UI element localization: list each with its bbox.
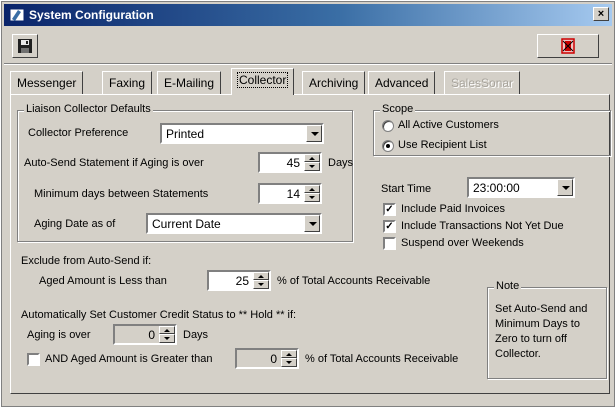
spin-up-icon[interactable] <box>304 154 320 162</box>
aging-over-spinner[interactable]: 0 <box>113 324 177 345</box>
aged-less-value: 25 <box>235 274 249 288</box>
auto-send-days-unit: Days <box>328 157 354 169</box>
close-button[interactable]: × <box>593 7 609 21</box>
spin-up-icon[interactable] <box>159 326 175 334</box>
tab-label: Advanced <box>375 76 429 90</box>
window-title: System Configuration <box>29 8 154 22</box>
spin-up-icon[interactable] <box>304 185 320 193</box>
tab-faxing[interactable]: Faxing <box>102 71 153 94</box>
and-aged-checkbox[interactable] <box>27 353 40 366</box>
and-aged-spinner[interactable]: 0 <box>235 348 299 369</box>
tab-collector[interactable]: Collector <box>231 68 295 95</box>
include-not-due-checkbox[interactable]: ✓ <box>383 220 396 233</box>
spin-down-icon[interactable] <box>304 162 320 171</box>
tab-label: SalesSonar <box>451 76 514 90</box>
app-icon <box>9 8 25 22</box>
collector-defaults-legend: Liaison Collector Defaults <box>24 103 153 115</box>
note-legend: Note <box>494 280 522 292</box>
collector-preference-select[interactable]: Printed <box>160 123 324 144</box>
spin-down-icon[interactable] <box>253 280 269 289</box>
aged-less-label: Aged Amount is Less than <box>39 275 167 287</box>
tab-emailing[interactable]: E-Mailing <box>157 71 222 94</box>
exclude-heading: Exclude from Auto-Send if: <box>21 255 152 267</box>
chevron-down-icon[interactable] <box>306 125 322 142</box>
auto-send-label: Auto-Send Statement if Aging is over <box>24 157 204 169</box>
suspend-weekends-label[interactable]: Suspend over Weekends <box>401 237 524 249</box>
aging-date-select[interactable]: Current Date <box>146 213 322 234</box>
spinner-buttons <box>304 154 320 171</box>
floppy-disk-icon <box>18 39 32 53</box>
toolbar-separator <box>4 63 612 65</box>
min-days-label: Minimum days between Statements <box>34 188 209 200</box>
aged-less-spinner[interactable]: 25 <box>207 270 271 291</box>
collector-preference-label: Collector Preference <box>28 127 129 139</box>
spinner-buttons <box>281 350 297 367</box>
spinner-buttons <box>159 326 175 343</box>
spinner-buttons <box>253 272 269 289</box>
spin-up-icon[interactable] <box>253 272 269 280</box>
auto-send-days-spinner[interactable]: 45 <box>258 152 322 173</box>
scope-all-radio[interactable] <box>382 120 394 132</box>
aging-date-label: Aging Date as of <box>34 218 116 230</box>
scope-group: Scope All Active Customers Use Recipient… <box>373 103 611 156</box>
and-aged-label[interactable]: AND Aged Amount is Greater than <box>45 353 213 365</box>
aging-over-unit: Days <box>183 329 209 341</box>
spin-down-icon[interactable] <box>281 358 297 367</box>
aged-less-suffix: % of Total Accounts Receivable <box>277 275 431 287</box>
scope-all-label[interactable]: All Active Customers <box>398 119 499 131</box>
aging-over-value: 0 <box>148 328 155 342</box>
tab-messenger[interactable]: Messenger <box>10 71 84 94</box>
spin-down-icon[interactable] <box>304 193 320 202</box>
system-configuration-window: System Configuration × Messenger Faxing … <box>1 1 615 407</box>
tab-salessonar: SalesSonar <box>444 71 521 94</box>
start-time-label: Start Time <box>381 183 432 195</box>
tab-label: Messenger <box>17 76 77 90</box>
spin-down-icon[interactable] <box>159 334 175 343</box>
auto-send-days-value: 45 <box>286 156 300 170</box>
exit-button[interactable] <box>537 34 599 58</box>
min-days-value: 14 <box>286 187 300 201</box>
tab-advanced[interactable]: Advanced <box>368 71 436 94</box>
save-button[interactable] <box>12 34 38 58</box>
hold-heading: Automatically Set Customer Credit Status… <box>21 309 297 321</box>
tab-label: Faxing <box>109 76 146 90</box>
chevron-down-icon[interactable] <box>304 215 320 232</box>
include-paid-checkbox[interactable]: ✓ <box>383 203 396 216</box>
chevron-down-icon[interactable] <box>557 179 573 196</box>
note-group: Note Set Auto-Send and Minimum Days to Z… <box>487 280 607 379</box>
spin-up-icon[interactable] <box>281 350 297 358</box>
scope-legend: Scope <box>380 103 416 115</box>
exit-door-icon <box>561 38 575 54</box>
start-time-value: 23:00:00 <box>473 181 520 195</box>
and-aged-suffix: % of Total Accounts Receivable <box>305 353 459 365</box>
tab-label: Archiving <box>309 76 359 90</box>
and-aged-value: 0 <box>270 352 277 366</box>
start-time-select[interactable]: 23:00:00 <box>467 177 575 198</box>
tab-label: E-Mailing <box>164 76 215 90</box>
scope-recipient-label[interactable]: Use Recipient List <box>398 139 487 151</box>
title-bar[interactable]: System Configuration × <box>4 4 612 26</box>
tab-label: Collector <box>236 72 289 88</box>
collector-defaults-group: Liaison Collector Defaults Collector Pre… <box>17 103 354 242</box>
aging-date-value: Current Date <box>152 217 221 231</box>
aging-over-label: Aging is over <box>27 329 91 341</box>
collector-tab-panel: Liaison Collector Defaults Collector Pre… <box>10 94 611 394</box>
scope-recipient-radio[interactable] <box>382 140 394 152</box>
collector-preference-value: Printed <box>166 127 205 141</box>
spinner-buttons <box>304 185 320 202</box>
include-paid-label[interactable]: Include Paid Invoices <box>401 203 505 215</box>
min-days-spinner[interactable]: 14 <box>258 183 322 204</box>
suspend-weekends-checkbox[interactable] <box>383 237 396 250</box>
tab-archiving[interactable]: Archiving <box>302 71 366 94</box>
note-text: Set Auto-Send and Minimum Days to Zero t… <box>495 303 588 360</box>
include-not-due-label[interactable]: Include Transactions Not Yet Due <box>401 220 564 232</box>
